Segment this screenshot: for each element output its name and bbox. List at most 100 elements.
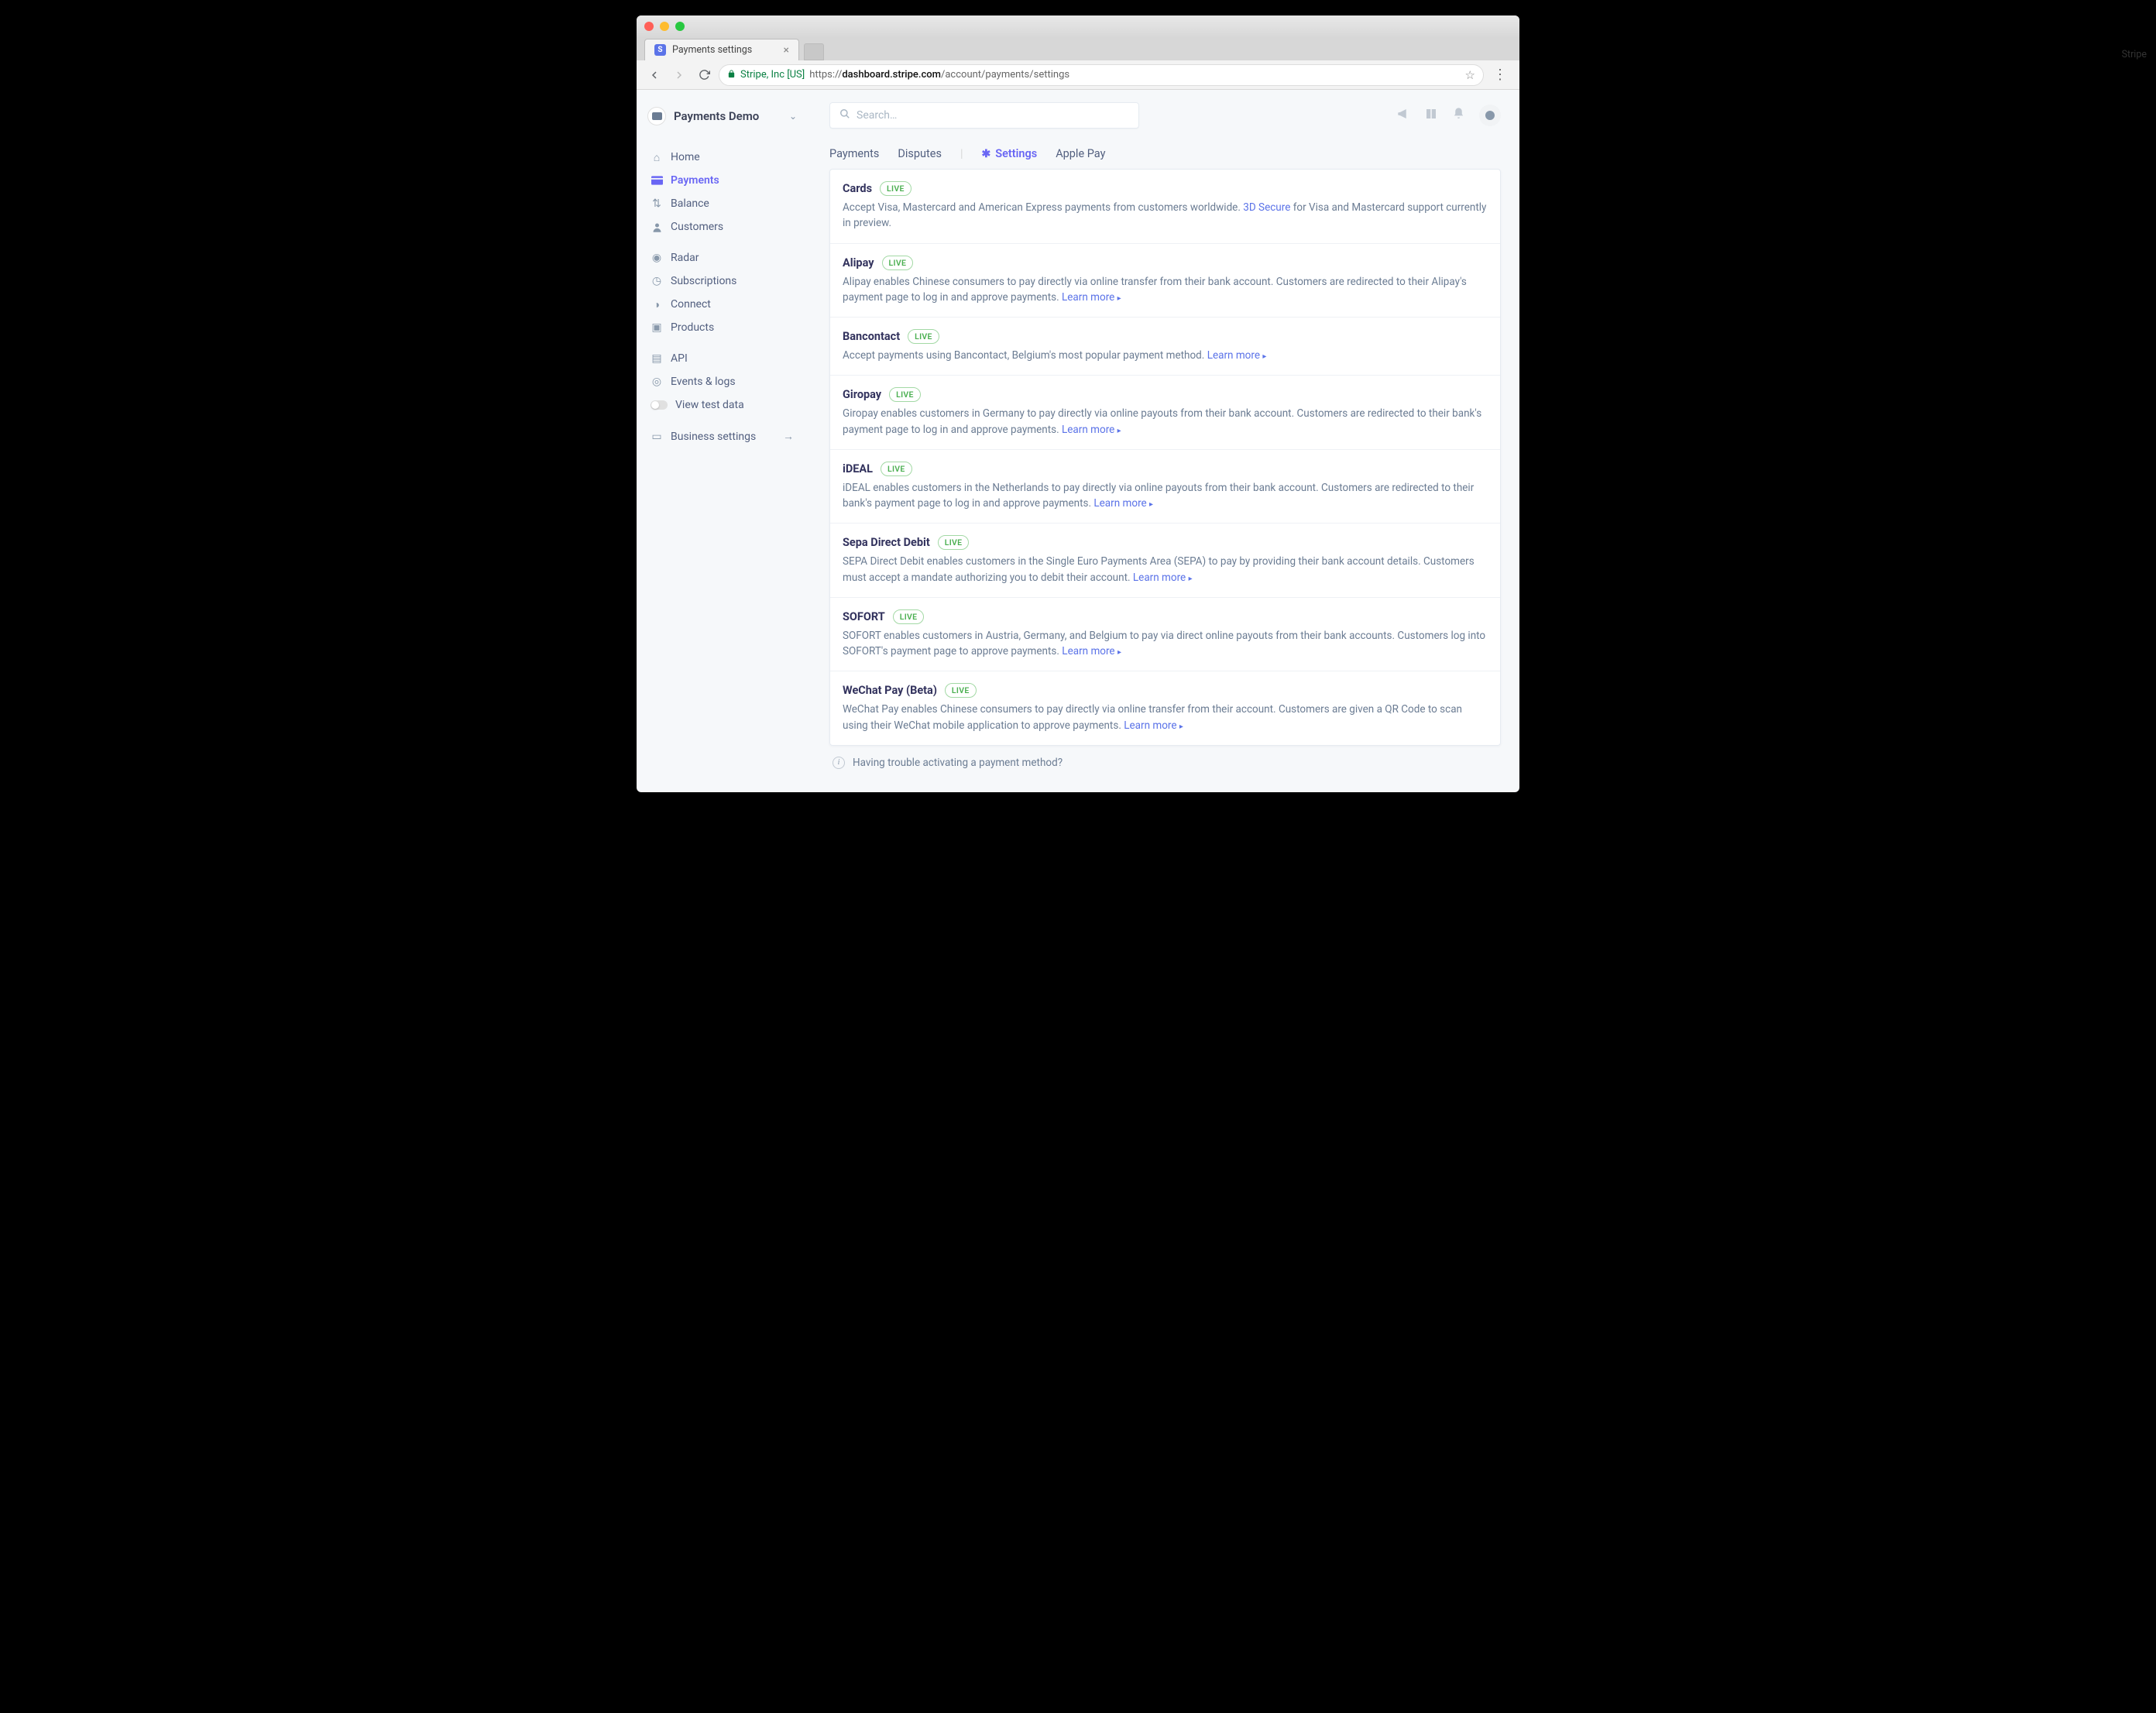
sidebar: Payments Demo ⌄ ⌂ Home Payments ⇅ Balanc… xyxy=(637,90,811,792)
window-close-button[interactable] xyxy=(644,22,654,31)
home-icon: ⌂ xyxy=(651,151,663,163)
tab-disputes[interactable]: Disputes xyxy=(898,142,942,165)
method-link[interactable]: Learn more xyxy=(1062,645,1114,657)
browser-tab[interactable]: S Payments settings × xyxy=(644,39,799,60)
sidebar-item-payments[interactable]: Payments xyxy=(640,169,805,192)
sidebar-item-home[interactable]: ⌂ Home xyxy=(640,146,805,169)
test-data-toggle[interactable] xyxy=(651,400,668,410)
sidebar-label: Home xyxy=(671,151,700,163)
method-title: SOFORT xyxy=(843,610,885,623)
new-tab-button[interactable] xyxy=(804,43,824,60)
live-badge: LIVE xyxy=(882,256,914,270)
chevron-right-icon: ▸ xyxy=(1117,648,1121,657)
sidebar-item-radar[interactable]: ◉ Radar xyxy=(640,246,805,269)
sidebar-item-products[interactable]: ▣ Products xyxy=(640,316,805,339)
payments-icon xyxy=(651,174,663,187)
address-bar[interactable]: Stripe, Inc [US] https://dashboard.strip… xyxy=(719,64,1484,86)
titlebar xyxy=(637,15,1519,37)
payment-method-sofort[interactable]: SOFORTLIVESOFORT enables customers in Au… xyxy=(830,598,1500,672)
tab-settings[interactable]: ✱ Settings xyxy=(981,142,1037,165)
sidebar-group-2: ◉ Radar ◷ Subscriptions ◑ Connect ▣ Prod… xyxy=(640,246,805,339)
sidebar-label: Payments xyxy=(671,174,719,187)
balance-icon: ⇅ xyxy=(651,197,663,210)
account-switcher[interactable]: Payments Demo ⌄ xyxy=(640,104,805,138)
payment-method-giropay[interactable]: GiropayLIVEGiropay enables customers in … xyxy=(830,376,1500,450)
live-badge: LIVE xyxy=(945,683,977,698)
method-description: iDEAL enables customers in the Netherlan… xyxy=(843,480,1488,512)
payment-method-wechat[interactable]: WeChat Pay (Beta)LIVEWeChat Pay enables … xyxy=(830,671,1500,745)
payment-method-sepa[interactable]: Sepa Direct DebitLIVESEPA Direct Debit e… xyxy=(830,524,1500,598)
tab-title: Payments settings xyxy=(672,44,752,56)
tab-payments[interactable]: Payments xyxy=(829,142,879,165)
search-input[interactable] xyxy=(857,109,1129,122)
notifications-icon[interactable] xyxy=(1452,107,1465,124)
back-button[interactable] xyxy=(644,65,664,85)
tab-close-icon[interactable]: × xyxy=(784,44,789,57)
reload-button[interactable] xyxy=(694,65,714,85)
sidebar-item-business-settings[interactable]: ▭ Business settings → xyxy=(640,424,805,448)
sidebar-label: Customers xyxy=(671,221,723,233)
sidebar-label: Balance xyxy=(671,197,709,210)
main-content: Payments Disputes | ✱ Settings Apple Pay… xyxy=(811,90,1519,792)
announcements-icon[interactable] xyxy=(1396,107,1410,125)
sidebar-group-4: ▭ Business settings → xyxy=(640,424,805,448)
help-footer: i Having trouble activating a payment me… xyxy=(829,746,1501,780)
method-link[interactable]: Learn more xyxy=(1133,572,1186,584)
business-icon: ▭ xyxy=(651,431,663,443)
live-badge: LIVE xyxy=(880,181,911,196)
browser-tabbar: S Payments settings × Stripe xyxy=(637,37,1519,60)
method-link[interactable]: Learn more xyxy=(1093,497,1146,510)
docs-icon[interactable] xyxy=(1424,107,1438,125)
search-icon xyxy=(839,108,850,122)
sidebar-item-customers[interactable]: Customers xyxy=(640,215,805,239)
payment-method-alipay[interactable]: AlipayLIVEAlipay enables Chinese consume… xyxy=(830,244,1500,318)
sidebar-item-events-logs[interactable]: ◎ Events & logs xyxy=(640,370,805,393)
chevron-right-icon: ▸ xyxy=(1262,352,1266,361)
payment-method-bancontact[interactable]: BancontactLIVEAccept payments using Banc… xyxy=(830,318,1500,376)
sidebar-item-api[interactable]: ▤ API xyxy=(640,347,805,370)
live-badge: LIVE xyxy=(938,535,970,550)
live-badge: LIVE xyxy=(881,462,912,476)
user-avatar[interactable] xyxy=(1479,105,1501,126)
api-icon: ▤ xyxy=(651,352,663,365)
info-icon: i xyxy=(833,757,845,769)
footer-text[interactable]: Having trouble activating a payment meth… xyxy=(853,757,1063,769)
method-link[interactable]: Learn more xyxy=(1062,424,1114,436)
sidebar-item-view-test-data[interactable]: View test data xyxy=(640,393,805,417)
bookmark-star-icon[interactable]: ☆ xyxy=(1465,68,1475,82)
tab-apple-pay[interactable]: Apple Pay xyxy=(1056,142,1105,165)
payment-method-ideal[interactable]: iDEALLIVEiDEAL enables customers in the … xyxy=(830,450,1500,524)
window-minimize-button[interactable] xyxy=(660,22,669,31)
url-bar: Stripe, Inc [US] https://dashboard.strip… xyxy=(637,60,1519,90)
method-description: Alipay enables Chinese consumers to pay … xyxy=(843,274,1488,306)
account-icon xyxy=(647,107,666,125)
payment-method-cards[interactable]: CardsLIVEAccept Visa, Mastercard and Ame… xyxy=(830,170,1500,244)
radar-icon: ◉ xyxy=(651,252,663,264)
payment-methods-panel: CardsLIVEAccept Visa, Mastercard and Ame… xyxy=(829,169,1501,746)
method-title: Sepa Direct Debit xyxy=(843,536,930,549)
method-link[interactable]: Learn more xyxy=(1124,719,1176,732)
app-content: Payments Demo ⌄ ⌂ Home Payments ⇅ Balanc… xyxy=(637,90,1519,792)
method-title: Giropay xyxy=(843,388,881,401)
sidebar-label: API xyxy=(671,352,688,365)
live-badge: LIVE xyxy=(893,609,925,624)
sidebar-item-balance[interactable]: ⇅ Balance xyxy=(640,192,805,215)
sidebar-item-connect[interactable]: ◑ Connect xyxy=(640,293,805,316)
forward-button[interactable] xyxy=(669,65,689,85)
window-zoom-button[interactable] xyxy=(675,22,685,31)
cert-org: Stripe, Inc [US] xyxy=(740,69,805,81)
sidebar-label: Connect xyxy=(671,298,711,311)
content-tabs: Payments Disputes | ✱ Settings Apple Pay xyxy=(829,142,1501,166)
subscriptions-icon: ◷ xyxy=(651,275,663,287)
sidebar-item-subscriptions[interactable]: ◷ Subscriptions xyxy=(640,269,805,293)
search-box[interactable] xyxy=(829,102,1139,129)
url-text: https://dashboard.stripe.com/account/pay… xyxy=(809,69,1069,81)
method-link[interactable]: Learn more xyxy=(1062,291,1114,304)
browser-window: S Payments settings × Stripe Stripe, Inc… xyxy=(637,15,1519,792)
arrow-right-icon: → xyxy=(783,430,794,443)
method-link[interactable]: 3D Secure xyxy=(1243,201,1290,214)
method-link[interactable]: Learn more xyxy=(1207,349,1260,362)
tab-separator: | xyxy=(960,147,963,160)
sidebar-label: Business settings xyxy=(671,431,756,443)
browser-menu-button[interactable]: ⋮ xyxy=(1488,67,1512,83)
